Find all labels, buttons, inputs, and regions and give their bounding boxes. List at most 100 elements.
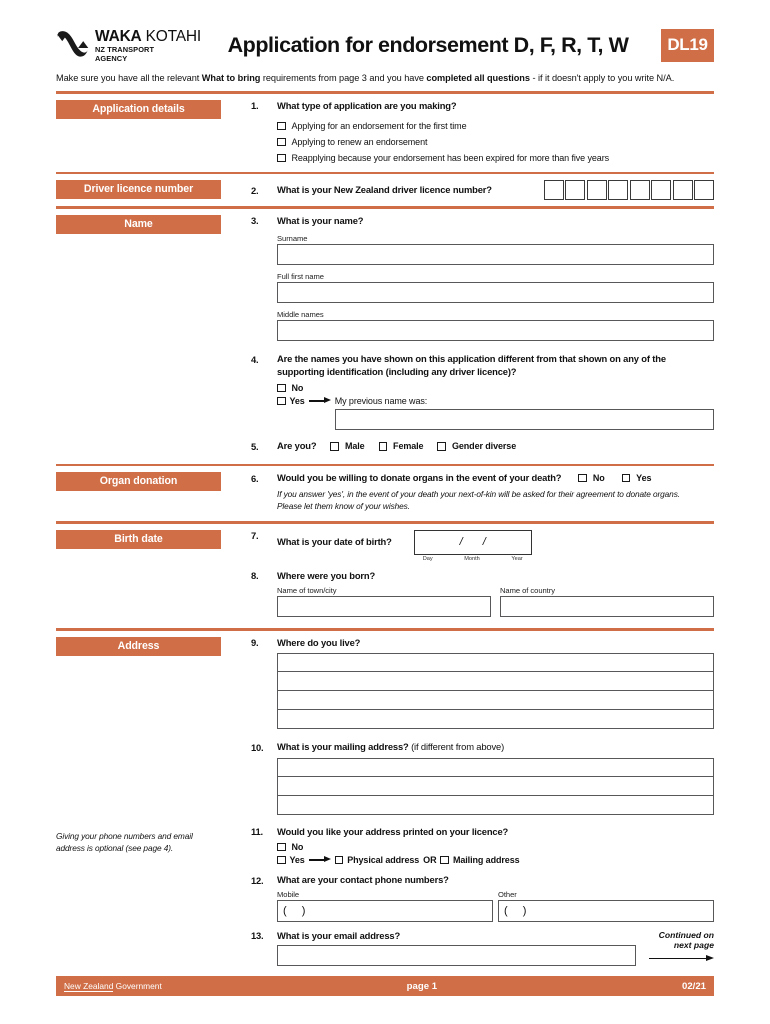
nz-government-logo: New Zealand Government bbox=[64, 981, 162, 992]
checkbox-name-different-yes[interactable] bbox=[277, 396, 286, 406]
residential-address-line-2[interactable] bbox=[277, 672, 714, 692]
q5-option-gender-diverse[interactable]: Gender diverse bbox=[437, 441, 516, 451]
question-13-text: What is your email address? bbox=[277, 929, 401, 941]
organ-donation-note-line1: If you answer 'yes', in the event of you… bbox=[277, 489, 680, 500]
licence-char-8[interactable] bbox=[694, 180, 714, 201]
q11-yes-label: Yes bbox=[289, 855, 305, 866]
question-5-text: Are you? bbox=[277, 440, 317, 452]
question-7-text: What is your date of birth? bbox=[277, 535, 392, 547]
checkbox-first-time[interactable] bbox=[277, 121, 286, 131]
question-4-number: 4. bbox=[251, 353, 259, 365]
question-3: 3. What is your name? Surname Full first… bbox=[251, 215, 714, 342]
q1-option-2-label: Applying to renew an endorsement bbox=[291, 136, 428, 147]
q5-option-female[interactable]: Female bbox=[378, 441, 424, 452]
question-1-number: 1. bbox=[251, 100, 259, 111]
section-label-birth-date: Birth date bbox=[56, 529, 221, 549]
licence-char-6[interactable] bbox=[651, 180, 671, 201]
q6-option-no[interactable]: No bbox=[578, 473, 605, 484]
question-11-text: Would you like your address printed on y… bbox=[277, 825, 509, 837]
q6-option-yes[interactable]: Yes bbox=[621, 473, 651, 483]
section-birth-date: Birth date 7. What is your date of birth… bbox=[56, 524, 714, 628]
form-version: 02/21 bbox=[681, 980, 706, 992]
checkbox-print-address-no[interactable] bbox=[277, 842, 286, 852]
surname-input[interactable] bbox=[277, 244, 714, 266]
mailing-address-line-1[interactable] bbox=[277, 757, 714, 777]
arrow-right-icon bbox=[308, 856, 331, 864]
q4-option-yes[interactable]: Yes My previous name was: bbox=[277, 396, 714, 406]
question-1-text: What type of application are you making? bbox=[277, 99, 457, 111]
waka-kotahi-logo: WAKA KOTAHI NZ TRANSPORT AGENCY bbox=[56, 27, 201, 63]
birth-town-input[interactable] bbox=[277, 596, 491, 618]
question-12-text: What are your contact phone numbers? bbox=[277, 874, 449, 886]
checkbox-physical-address[interactable] bbox=[334, 855, 344, 865]
form-code-badge: DL19 bbox=[661, 28, 714, 62]
residential-address-line-4[interactable] bbox=[277, 710, 714, 730]
previous-name-input[interactable] bbox=[335, 409, 714, 431]
q5-option-male[interactable]: Male bbox=[330, 441, 365, 451]
q11-no-label: No bbox=[291, 842, 304, 853]
question-6-number: 6. bbox=[251, 472, 259, 484]
question-13: 13. What is your email address? Continue… bbox=[251, 930, 714, 966]
checkbox-organ-no[interactable] bbox=[578, 473, 587, 483]
date-of-birth-input[interactable]: / / bbox=[413, 529, 532, 555]
other-phone-input[interactable]: ( ) bbox=[498, 899, 714, 922]
q4-option-no[interactable]: No bbox=[277, 383, 714, 393]
arrow-right-long-icon bbox=[644, 954, 714, 964]
question-10-note: (if different from above) bbox=[408, 741, 505, 753]
birth-country-input[interactable] bbox=[500, 596, 714, 618]
question-10: 10. What is your mailing address? (if di… bbox=[251, 741, 714, 815]
q1-option-2[interactable]: Applying to renew an endorsement bbox=[277, 137, 714, 147]
intro-part1: Make sure you have all the relevant bbox=[56, 73, 202, 83]
question-10-text: What is your mailing address? (if differ… bbox=[277, 741, 714, 753]
q6-no-label: No bbox=[592, 473, 605, 484]
mailing-address-line-2[interactable] bbox=[277, 776, 714, 796]
checkbox-gender-diverse[interactable] bbox=[437, 442, 446, 451]
checkbox-reapplying[interactable] bbox=[277, 153, 286, 163]
question-3-number: 3. bbox=[251, 215, 259, 227]
question-12-number: 12. bbox=[251, 874, 264, 886]
mobile-phone-input[interactable]: ( ) bbox=[277, 899, 493, 922]
checkbox-gender-female[interactable] bbox=[378, 442, 388, 451]
dob-labels: Day Month Year bbox=[414, 556, 532, 562]
q4-yes-label: Yes bbox=[289, 396, 305, 407]
checkbox-mailing-address[interactable] bbox=[440, 855, 449, 865]
dob-sep-1: / bbox=[459, 536, 463, 549]
q1-option-1[interactable]: Applying for an endorsement for the firs… bbox=[277, 121, 714, 131]
dob-day-label: Day bbox=[422, 555, 433, 562]
licence-char-3[interactable] bbox=[586, 180, 607, 201]
first-name-input[interactable] bbox=[277, 282, 714, 304]
middle-names-input[interactable] bbox=[277, 320, 714, 342]
checkbox-renew[interactable] bbox=[277, 137, 286, 147]
question-2: 2. What is your New Zealand driver licen… bbox=[251, 180, 714, 201]
checkbox-gender-male[interactable] bbox=[330, 442, 339, 451]
residential-address-line-3[interactable] bbox=[277, 691, 714, 711]
section-body: 2. What is your New Zealand driver licen… bbox=[221, 174, 714, 206]
question-7: 7. What is your date of birth? / / Day M… bbox=[251, 529, 714, 562]
licence-char-1[interactable] bbox=[543, 180, 564, 201]
checkbox-organ-yes[interactable] bbox=[621, 473, 631, 483]
checkbox-name-different-no[interactable] bbox=[277, 383, 286, 393]
birth-town-label: Name of town/city bbox=[277, 586, 337, 596]
mailing-address-line-3[interactable] bbox=[277, 795, 714, 815]
email-address-input[interactable] bbox=[277, 944, 636, 966]
licence-char-5[interactable] bbox=[629, 180, 650, 201]
licence-char-2[interactable] bbox=[565, 180, 585, 201]
question-2-number: 2. bbox=[251, 185, 259, 197]
q11-option-yes[interactable]: Yes Physical address OR Mailing address bbox=[277, 855, 714, 865]
q5-female-label: Female bbox=[393, 441, 424, 452]
question-8-text: Where were you born? bbox=[277, 569, 376, 581]
residential-address-line-1[interactable] bbox=[277, 653, 714, 673]
question-9-number: 9. bbox=[251, 637, 259, 649]
checkbox-print-address-yes[interactable] bbox=[277, 855, 286, 865]
licence-number-input-grid[interactable] bbox=[543, 180, 714, 201]
q11-option-no[interactable]: No bbox=[277, 842, 714, 852]
licence-char-4[interactable] bbox=[608, 180, 628, 201]
page-title-wrap: Application for endorsement D, F, R, T, … bbox=[201, 33, 651, 58]
q1-option-3[interactable]: Reapplying because your endorsement has … bbox=[277, 153, 714, 163]
nzgov-underlined: New Zealand bbox=[64, 981, 114, 992]
intro-text: Make sure you have all the relevant What… bbox=[0, 64, 770, 83]
licence-char-7[interactable] bbox=[672, 180, 693, 201]
birth-country-label: Name of country bbox=[500, 586, 555, 596]
birth-town-group: Name of town/city bbox=[277, 586, 491, 618]
page-header: WAKA KOTAHI NZ TRANSPORT AGENCY Applicati… bbox=[0, 0, 770, 64]
